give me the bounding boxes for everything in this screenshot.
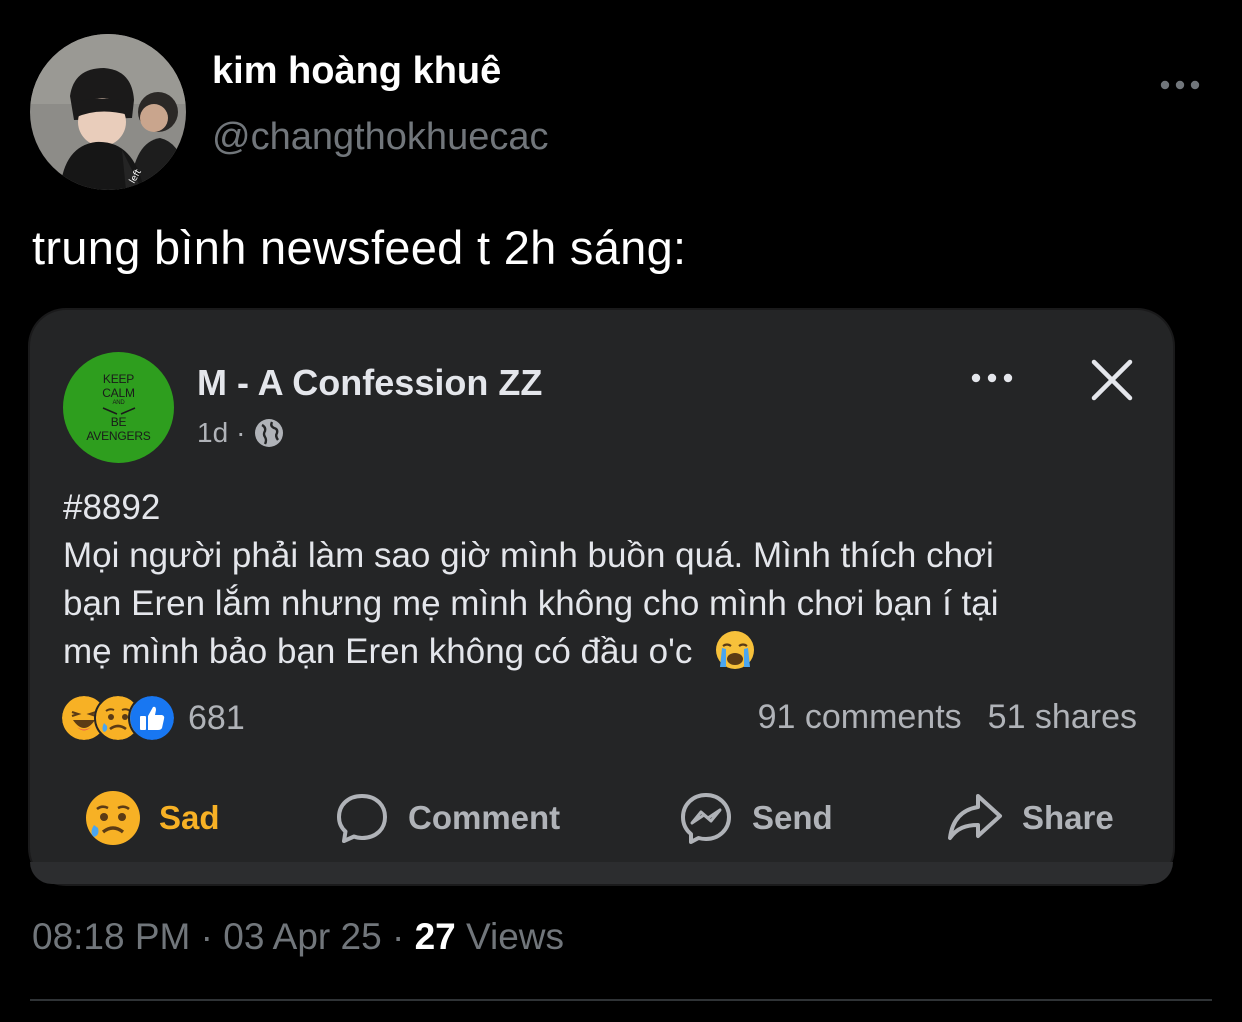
avatar-photo-icon: left — [30, 34, 186, 190]
card-bottom-edge — [30, 862, 1173, 884]
display-name[interactable]: kim hoàng khuê — [212, 50, 501, 93]
send-button[interactable]: Send — [678, 786, 833, 850]
shares-count[interactable]: 51 shares — [988, 698, 1137, 737]
close-button[interactable] — [1088, 356, 1136, 404]
meta-separator: · — [391, 916, 405, 957]
meta-separator: · — [200, 916, 213, 957]
post-body: #8892 Mọi người phải làm sao giờ mình bu… — [63, 484, 1143, 676]
share-button[interactable]: Share — [946, 786, 1114, 850]
post-line: Mọi người phải làm sao giờ mình buồn quá… — [63, 536, 994, 575]
embedded-post-image[interactable]: KEEP CALM AND BE AVENGERS M - A Confessi… — [30, 310, 1173, 884]
page-avatar-text-4: BE — [110, 415, 127, 429]
more-icon — [1160, 80, 1200, 90]
more-options-button[interactable] — [1156, 70, 1204, 100]
post-age[interactable]: 1d — [197, 417, 228, 449]
sad-reaction-button[interactable]: Sad — [85, 786, 220, 850]
comment-label: Comment — [408, 799, 561, 836]
sad-label: Sad — [159, 799, 220, 836]
page-avatar-text-3: AND — [112, 400, 125, 406]
page-avatar[interactable]: KEEP CALM AND BE AVENGERS — [63, 352, 174, 463]
sad-face-icon — [86, 791, 140, 845]
page-avatar-text-1: KEEP — [102, 372, 135, 386]
crossed-axes-icon — [102, 407, 135, 415]
page-name[interactable]: M - A Confession ZZ — [197, 362, 542, 404]
user-avatar[interactable]: left — [30, 34, 186, 190]
reactions-summary[interactable]: 681 — [60, 694, 245, 742]
messenger-icon — [681, 793, 731, 844]
divider — [30, 999, 1212, 1001]
globe-icon — [255, 419, 284, 447]
comment-bubble-icon — [337, 794, 387, 843]
post-tag: #8892 — [63, 488, 161, 527]
comments-count[interactable]: 91 comments — [758, 698, 962, 737]
like-reaction-icon — [128, 694, 176, 742]
comment-button[interactable]: Comment — [334, 786, 560, 850]
tweet-date[interactable]: 03 Apr 25 — [223, 916, 381, 957]
engagement-stats: 91 comments 51 shares — [758, 698, 1137, 737]
more-icon — [971, 373, 1013, 383]
views-count[interactable]: 27 — [415, 916, 456, 957]
reaction-count[interactable]: 681 — [188, 699, 245, 738]
share-label: Share — [1022, 799, 1114, 836]
post-line-with-emoji: mẹ mình bảo bạn Eren không có đầu o'c — [63, 628, 1143, 676]
send-label: Send — [752, 799, 833, 836]
share-arrow-icon — [948, 794, 1002, 840]
close-icon — [1091, 359, 1133, 401]
post-line: mẹ mình bảo bạn Eren không có đầu o'c — [63, 632, 693, 671]
post-more-button[interactable] — [967, 362, 1017, 394]
user-handle[interactable]: @changthokhuecac — [212, 116, 548, 159]
post-line: bạn Eren lắm nhưng mẹ mình không cho mìn… — [63, 584, 999, 623]
meta-separator: · — [236, 417, 246, 448]
page-avatar-text-5: AVENGERS — [86, 429, 151, 443]
tweet-text: trung bình newsfeed t 2h sáng: — [32, 221, 687, 274]
views-label: Views — [466, 916, 565, 957]
post-meta: 1d · — [197, 416, 285, 450]
tweet-time[interactable]: 08:18 PM — [32, 916, 190, 957]
tweet-metadata: 08:18 PM · 03 Apr 25 · 27 Views — [32, 916, 564, 958]
crying-emoji — [716, 631, 755, 669]
page-avatar-text-2: CALM — [102, 386, 135, 400]
